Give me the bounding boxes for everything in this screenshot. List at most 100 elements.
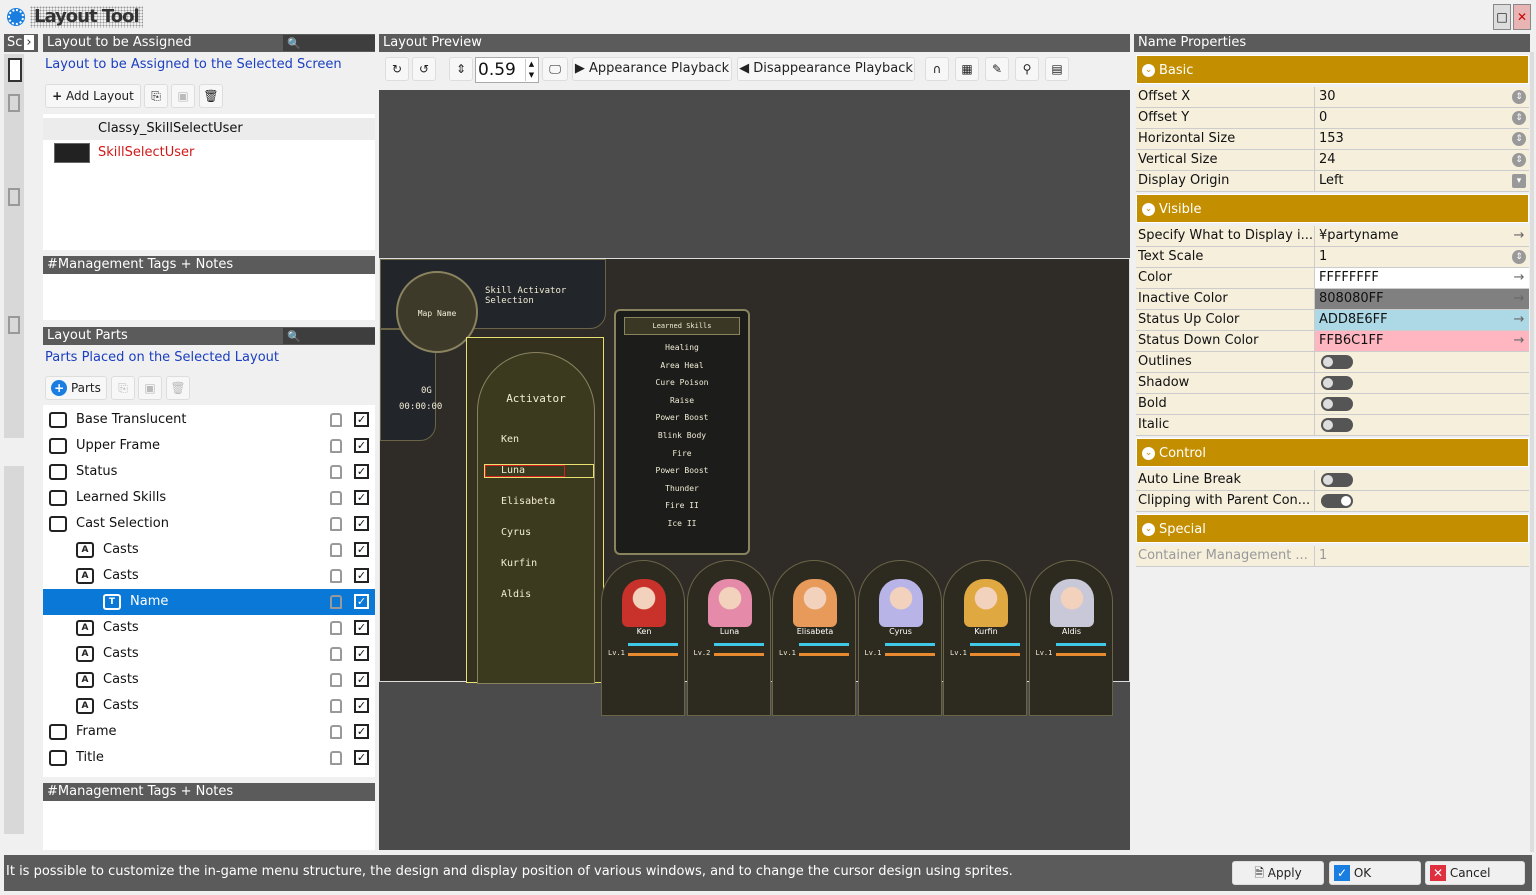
tree-item[interactable]: A Casts ✓	[43, 563, 375, 589]
tree-item[interactable]: A Casts ✓	[43, 537, 375, 563]
page-icon[interactable]	[8, 94, 20, 112]
arrow-right-icon[interactable]: →	[1512, 334, 1526, 348]
visibility-checkbox[interactable]: ✓	[354, 438, 369, 453]
property-value[interactable]: 24 ⇕	[1314, 150, 1529, 170]
tree-item[interactable]: A Casts ✓	[43, 667, 375, 693]
visibility-checkbox[interactable]: ✓	[354, 620, 369, 635]
ok-button[interactable]: ✓ OK	[1329, 861, 1421, 885]
spin-icon[interactable]: ⇕	[1512, 153, 1526, 167]
lock-icon[interactable]	[330, 751, 342, 765]
tree-item[interactable]: A Casts ✓	[43, 615, 375, 641]
visibility-checkbox[interactable]: ✓	[354, 698, 369, 713]
lock-icon[interactable]	[330, 413, 342, 427]
visibility-checkbox[interactable]: ✓	[354, 464, 369, 479]
magnet-button[interactable]: ∩	[925, 57, 949, 81]
lock-icon[interactable]	[330, 439, 342, 453]
visibility-checkbox[interactable]: ✓	[354, 516, 369, 531]
fit-button[interactable]: ⇕	[449, 57, 473, 81]
rotate-cw-button[interactable]: ↻	[385, 57, 409, 81]
property-value[interactable]: Left ▾	[1314, 171, 1529, 191]
arrow-right-icon[interactable]: →	[1512, 292, 1526, 306]
copy-part-button[interactable]: ⎘	[111, 376, 135, 400]
lock-icon[interactable]	[330, 621, 342, 635]
copy-button[interactable]: ⎘	[144, 84, 168, 108]
toggle-switch[interactable]	[1321, 473, 1353, 487]
maximize-button[interactable]: □	[1493, 4, 1511, 30]
lock-icon[interactable]	[330, 673, 342, 687]
property-value[interactable]	[1314, 352, 1529, 372]
arrow-right-icon[interactable]: →	[1512, 229, 1526, 243]
property-value[interactable]	[1314, 415, 1529, 435]
add-layout-button[interactable]: + Add Layout	[45, 84, 141, 108]
tree-item[interactable]: T Name ✓	[43, 589, 375, 615]
layout-list-item[interactable]: Classy_SkillSelectUser	[43, 118, 375, 140]
page-icon[interactable]	[8, 316, 20, 334]
strip-scrollbar[interactable]	[4, 466, 24, 834]
visibility-checkbox[interactable]: ✓	[354, 542, 369, 557]
tree-item[interactable]: A Casts ✓	[43, 693, 375, 719]
toggle-switch[interactable]	[1321, 397, 1353, 411]
assign-tags-notes[interactable]	[43, 274, 375, 320]
property-value[interactable]: FFFFFFFF →	[1314, 268, 1529, 288]
property-value[interactable]: FFB6C1FF →	[1314, 331, 1529, 351]
tree-item[interactable]: Upper Frame ✓	[43, 433, 375, 459]
lock-icon[interactable]	[330, 725, 342, 739]
assign-search-input[interactable]: 🔍	[283, 35, 375, 51]
zoom-stepper[interactable]: ▲ ▼	[525, 59, 537, 81]
close-button[interactable]: ✕	[1513, 4, 1531, 30]
preview-canvas[interactable]: Skill Activator Selection 0G 00:00:00 Ma…	[379, 90, 1130, 850]
anchor-button[interactable]: ⚲	[1015, 57, 1039, 81]
layout-list-item[interactable]: SkillSelectUser	[43, 142, 375, 164]
paste-part-button[interactable]: ▣	[138, 376, 162, 400]
property-value[interactable]	[1314, 373, 1529, 393]
layout-view-button[interactable]: ▤	[1045, 57, 1069, 81]
tree-item[interactable]: Learned Skills ✓	[43, 485, 375, 511]
tree-item[interactable]: A Casts ✓	[43, 641, 375, 667]
lock-icon[interactable]	[330, 647, 342, 661]
parts-search-input[interactable]: 🔍	[283, 328, 375, 344]
paste-button[interactable]: ▣	[171, 84, 195, 108]
screen-icon[interactable]	[8, 58, 22, 82]
spin-icon[interactable]: ⇕	[1512, 111, 1526, 125]
tree-item[interactable]: Frame ✓	[43, 719, 375, 745]
visibility-checkbox[interactable]: ✓	[354, 412, 369, 427]
section-special[interactable]: ⌄ Special	[1136, 514, 1529, 543]
section-basic[interactable]: ⌄ Basic	[1136, 55, 1529, 84]
display-button[interactable]: 🖵	[542, 57, 568, 81]
lock-icon[interactable]	[330, 569, 342, 583]
tree-item[interactable]: Base Translucent ✓	[43, 407, 375, 433]
properties-scrollbar[interactable]	[1530, 52, 1534, 852]
visibility-checkbox[interactable]: ✓	[354, 490, 369, 505]
property-value[interactable]	[1314, 394, 1529, 414]
property-value[interactable]: 153 ⇕	[1314, 129, 1529, 149]
delete-part-button[interactable]: 🗑	[166, 376, 190, 400]
spin-icon[interactable]: ⇕	[1512, 250, 1526, 264]
dropdown-icon[interactable]: ▾	[1512, 174, 1526, 188]
parts-tags-notes[interactable]	[43, 801, 375, 850]
visibility-checkbox[interactable]: ✓	[354, 724, 369, 739]
visibility-checkbox[interactable]: ✓	[354, 646, 369, 661]
lock-icon[interactable]	[330, 465, 342, 479]
lock-icon[interactable]	[330, 491, 342, 505]
visibility-checkbox[interactable]: ✓	[354, 594, 369, 609]
add-parts-button[interactable]: + Parts	[45, 376, 107, 400]
disappearance-playback-button[interactable]: ◀ Disappearance Playback	[737, 57, 915, 81]
property-value[interactable]: 808080FF →	[1314, 289, 1529, 309]
arrow-right-icon[interactable]: →	[1512, 271, 1526, 285]
tree-item[interactable]: Status ✓	[43, 459, 375, 485]
lock-icon[interactable]	[330, 699, 342, 713]
visibility-checkbox[interactable]: ✓	[354, 568, 369, 583]
arrow-right-icon[interactable]: →	[1512, 313, 1526, 327]
property-value[interactable]: ADD8E6FF →	[1314, 310, 1529, 330]
lock-icon[interactable]	[330, 543, 342, 557]
property-value[interactable]	[1314, 470, 1529, 490]
toggle-switch[interactable]	[1321, 494, 1353, 508]
property-value[interactable]: ¥partyname →	[1314, 226, 1529, 246]
apply-button[interactable]: 🗎 Apply	[1232, 861, 1324, 885]
page-icon[interactable]	[8, 188, 20, 206]
section-control[interactable]: ⌄ Control	[1136, 438, 1529, 467]
grid-button[interactable]: ▦	[955, 57, 979, 81]
screen-tab[interactable]: Sc ›	[4, 34, 38, 52]
toggle-switch[interactable]	[1321, 355, 1353, 369]
spin-icon[interactable]: ⇕	[1512, 132, 1526, 146]
